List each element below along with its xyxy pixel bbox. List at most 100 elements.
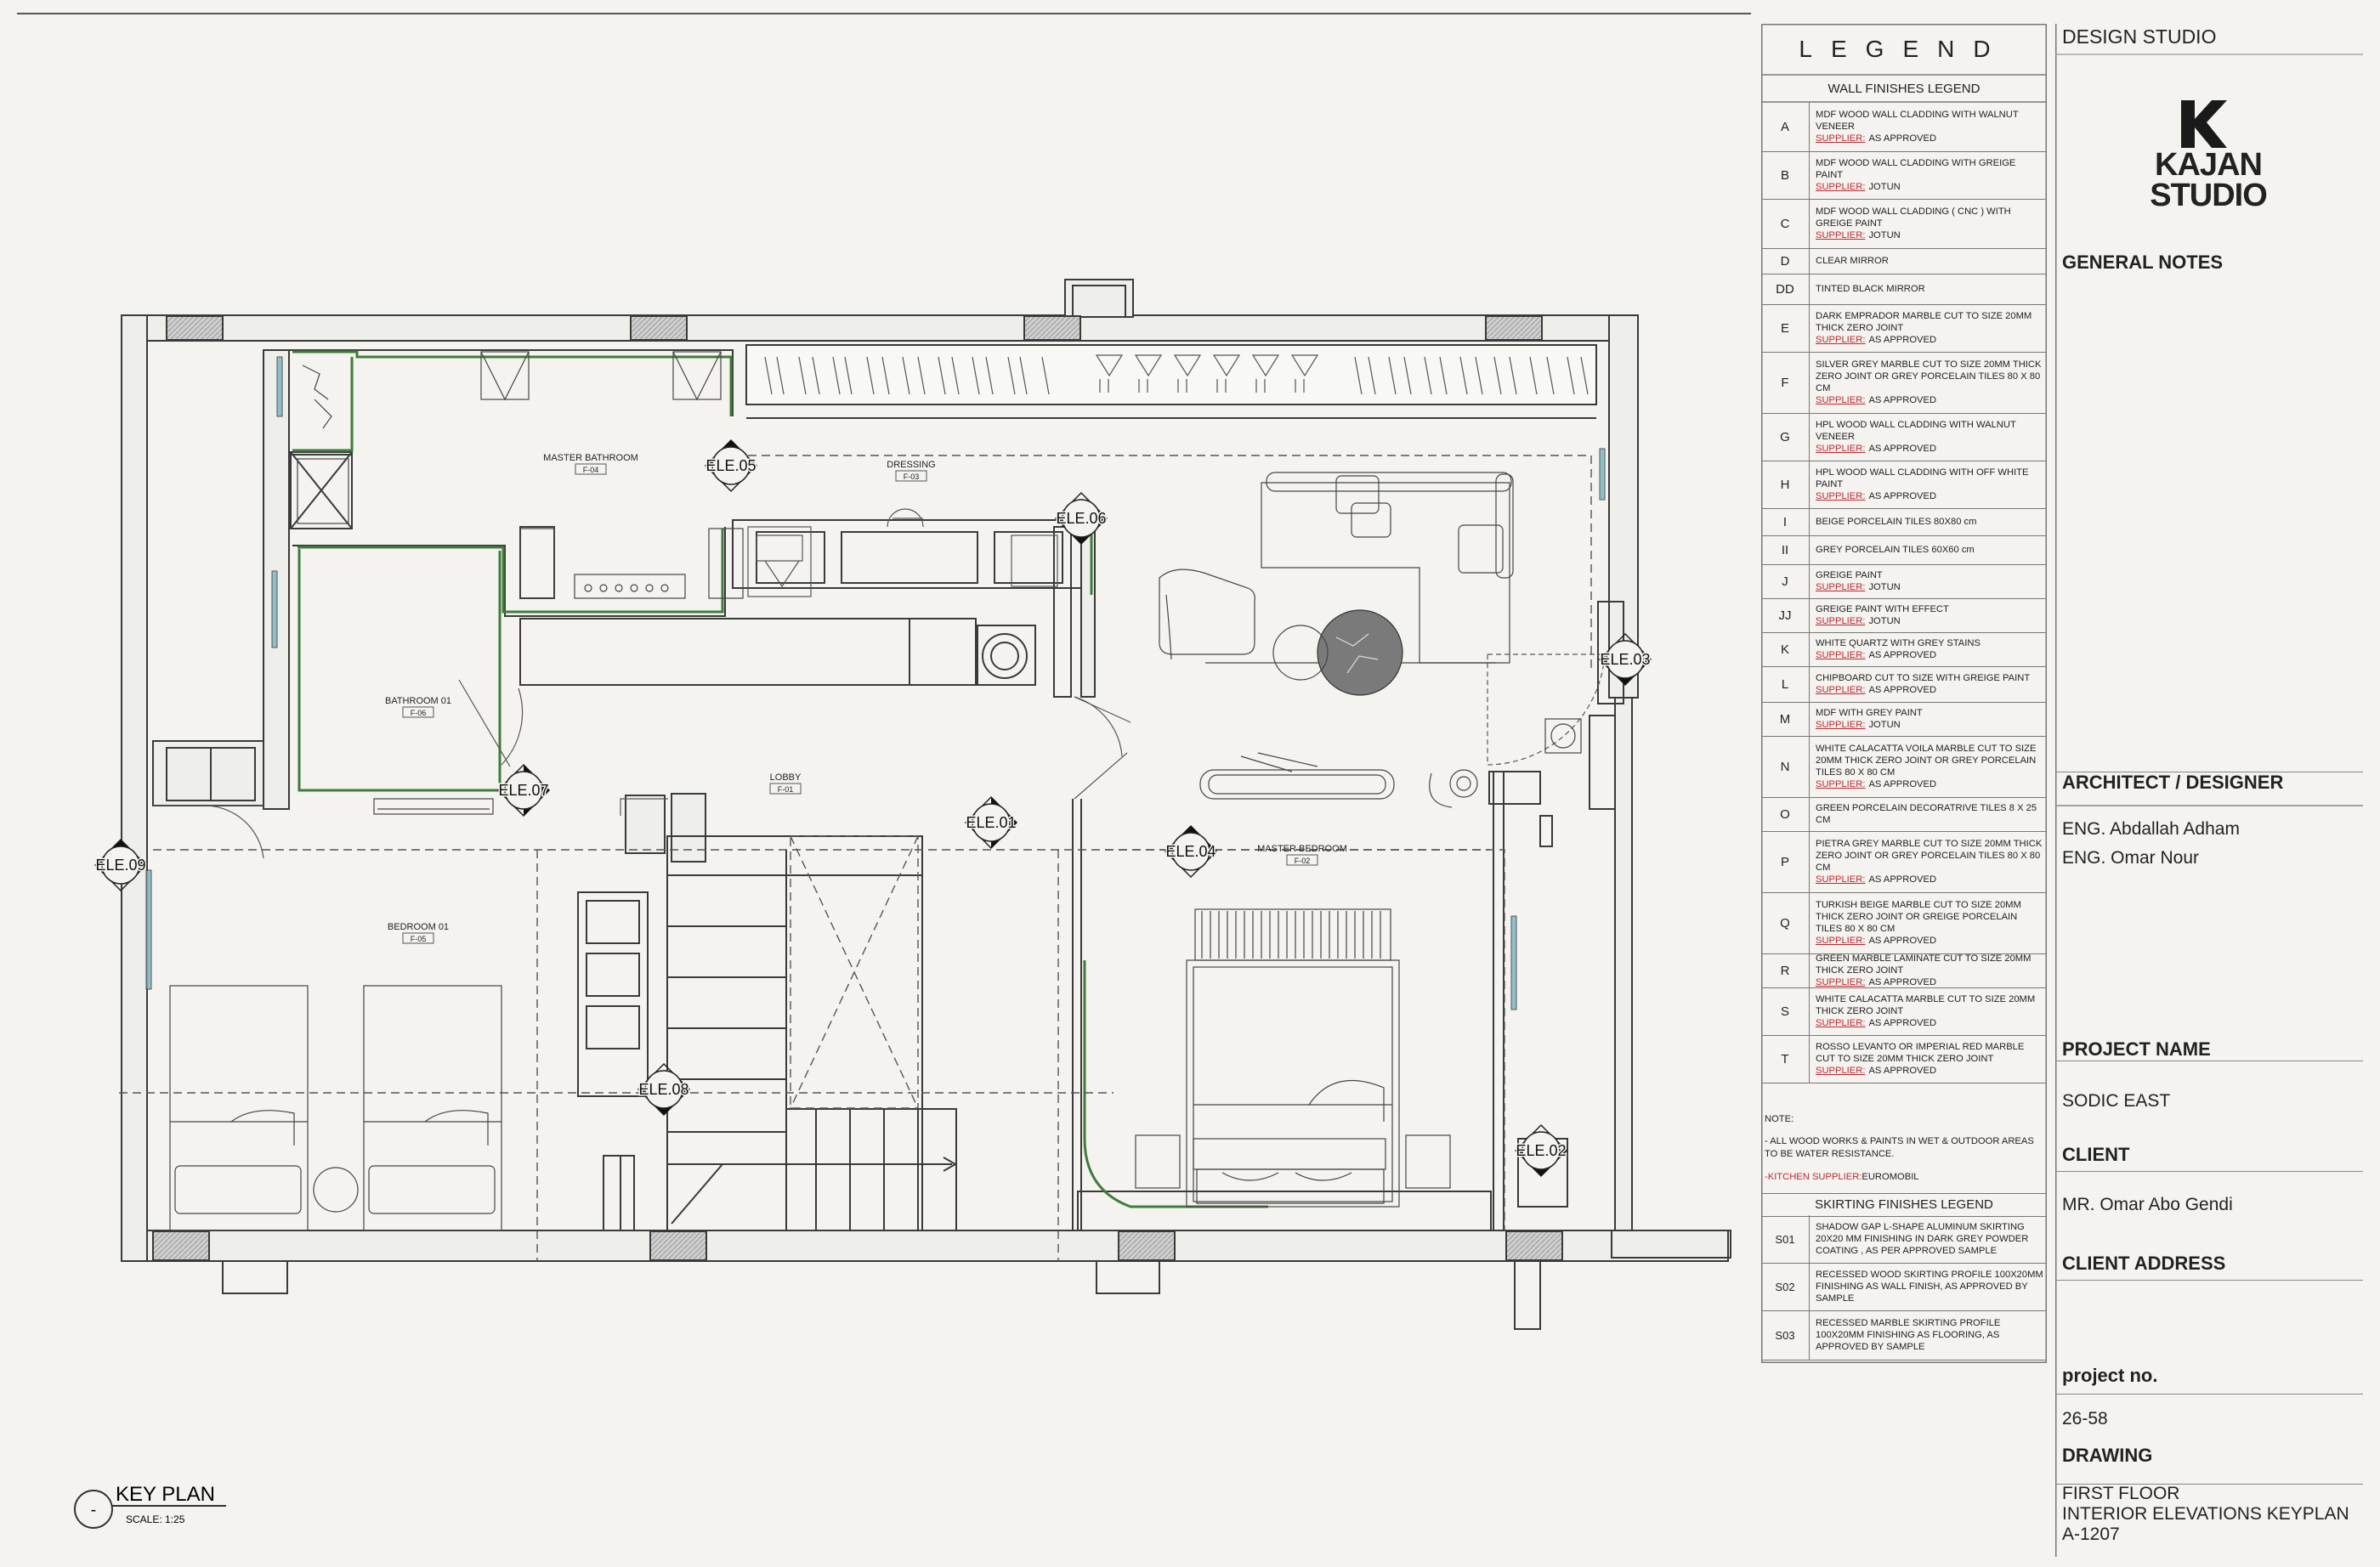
elevation-label: ELE.06 — [1056, 510, 1106, 527]
twin-beds — [169, 985, 502, 1231]
wall-finish-desc: BEIGE PORCELAIN TILES 80X80 cm — [1816, 516, 2043, 528]
project-no: 26-58 — [2062, 1409, 2108, 1428]
wall-finish-row: O GREEN PORCELAIN DECORATRIVE TILES 8 X 2… — [1761, 797, 2047, 832]
wall-finish-desc: CLEAR MIRROR — [1816, 255, 2043, 267]
wall-finish-row: M MDF WITH GREY PAINT SUPPLIER: JOTUN — [1761, 702, 2047, 737]
title-block: DESIGN STUDIO KAJAN STUDIO GENERAL NOTES… — [2055, 24, 2363, 1557]
supplier-label: SUPPLIER: — [1816, 444, 1866, 454]
studio-label: DESIGN STUDIO — [2062, 25, 2217, 48]
wall-finish-text: DARK EMPRADOR MARBLE CUT TO SIZE 20MM TH… — [1816, 311, 2032, 333]
wall-finish-code: O — [1761, 797, 1810, 831]
bathroom-fixtures — [297, 351, 744, 815]
room-code: F-04 — [583, 466, 599, 474]
wall-finish-text: MDF WOOD WALL CLADDING ( CNC ) WITH GREI… — [1816, 206, 2011, 229]
drawing-line-2: INTERIOR ELEVATIONS KEYPLAN — [2062, 1504, 2349, 1524]
wall-finish-text: CLEAR MIRROR — [1816, 256, 1889, 266]
room-code: F-03 — [904, 472, 920, 481]
wall-finish-text: SILVER GREY MARBLE CUT TO SIZE 20MM THIC… — [1816, 359, 2042, 393]
elevation-label: ELE.09 — [95, 857, 145, 874]
wall-finish-code: K — [1761, 632, 1810, 666]
wall-finish-text: TINTED BLACK MIRROR — [1816, 284, 1925, 294]
wall-finish-text: HPL WOOD WALL CLADDING WITH WALNUT VENEE… — [1816, 420, 2016, 442]
room-name: MASTER BATHROOM — [543, 453, 638, 463]
wall-finish-row: G HPL WOOD WALL CLADDING WITH WALNUT VENE… — [1761, 413, 2047, 461]
elevation-tag: ELE.01 — [964, 795, 1018, 850]
wall-finish-row: S WHITE CALACATTA MARBLE CUT TO SIZE 20MM… — [1761, 987, 2047, 1036]
supplier-value: AS APPROVED — [1868, 685, 1937, 695]
wall-finish-code: I — [1761, 508, 1810, 535]
wall-finish-desc: ROSSO LEVANTO OR IMPERIAL RED MARBLE CUT… — [1816, 1041, 2043, 1077]
wall-finish-desc: WHITE CALACATTA VOILA MARBLE CUT TO SIZE… — [1816, 743, 2043, 790]
wall-finish-row: Q TURKISH BEIGE MARBLE CUT TO SIZE 20MM T… — [1761, 892, 2047, 954]
wall-finishes-title: WALL FINISHES LEGEND — [1828, 82, 1980, 96]
logo-line-1: KAJAN — [2155, 147, 2263, 183]
wall-finish-text: GREY PORCELAIN TILES 60X60 cm — [1816, 545, 1975, 555]
wall-finish-code: D — [1761, 248, 1810, 274]
room-name: LOBBY — [770, 772, 802, 783]
kitchen-supplier-label: -KITCHEN SUPPLIER: — [1765, 1172, 1862, 1182]
supplier-value: AS APPROVED — [1868, 395, 1937, 405]
wall-finish-supplier: SUPPLIER: AS APPROVED — [1816, 684, 2043, 696]
wall-finish-code: E — [1761, 304, 1810, 352]
wall-finish-text: TURKISH BEIGE MARBLE CUT TO SIZE 20MM TH… — [1816, 900, 2021, 934]
supplier-value: AS APPROVED — [1868, 444, 1937, 454]
supplier-label: SUPPLIER: — [1816, 720, 1866, 730]
supplier-label: SUPPLIER: — [1816, 685, 1866, 695]
wall-finish-row: N WHITE CALACATTA VOILA MARBLE CUT TO SIZ… — [1761, 736, 2047, 798]
supplier-value: AS APPROVED — [1868, 491, 1937, 501]
room-code: F-05 — [411, 935, 427, 943]
skirting-text: RECESSED MARBLE SKIRTING PROFILE 100X20M… — [1816, 1318, 2001, 1352]
wall-finish-text: WHITE CALACATTA MARBLE CUT TO SIZE 20MM … — [1816, 994, 2036, 1016]
wall-finish-text: BEIGE PORCELAIN TILES 80X80 cm — [1816, 517, 1977, 527]
skirting-code: S03 — [1761, 1310, 1810, 1360]
project-name: SODIC EAST — [2062, 1091, 2171, 1111]
wall-finish-text: CHIPBOARD CUT TO SIZE WITH GREIGE PAINT — [1816, 673, 2031, 683]
elevation-tags: ELE.01 ELE.02 ELE.03 ELE.04 ELE.05 ELE.06 ELE.… — [94, 438, 1652, 1178]
wall-finish-row: H HPL WOOD WALL CLADDING WITH OFF WHITE P… — [1761, 461, 2047, 509]
wall-finish-supplier: SUPPLIER: JOTUN — [1816, 181, 2043, 193]
wall-finish-text: MDF WOOD WALL CLADDING WITH GREIGE PAINT — [1816, 158, 2016, 180]
wall-finish-supplier: SUPPLIER: AS APPROVED — [1816, 394, 2043, 406]
elevation-label: ELE.08 — [638, 1081, 688, 1098]
supplier-label: SUPPLIER: — [1816, 230, 1866, 240]
wall-finish-desc: PIETRA GREY MARBLE CUT TO SIZE 20MM THIC… — [1816, 838, 2043, 885]
wall-finish-supplier: SUPPLIER: AS APPROVED — [1816, 133, 2043, 144]
supplier-label: SUPPLIER: — [1816, 936, 1866, 946]
floor-plan: ELE.01 ELE.02 ELE.03 ELE.04 ELE.05 ELE.06 ELE.… — [17, 13, 1751, 1529]
wall-finish-desc: MDF WOOD WALL CLADDING ( CNC ) WITH GREI… — [1816, 206, 2043, 241]
wall-finish-code: T — [1761, 1035, 1810, 1083]
wall-finish-text: HPL WOOD WALL CLADDING WITH OFF WHITE PA… — [1816, 467, 2029, 489]
skirting-code: S02 — [1761, 1263, 1810, 1310]
wall-finish-row: P PIETRA GREY MARBLE CUT TO SIZE 20MM THI… — [1761, 831, 2047, 893]
wall-finish-desc: GREY PORCELAIN TILES 60X60 cm — [1816, 544, 2043, 556]
wall-finish-desc: GREEN PORCELAIN DECORATRIVE TILES 8 X 25… — [1816, 802, 2043, 826]
wall-finish-code: P — [1761, 831, 1810, 892]
wall-finish-text: WHITE CALACATTA VOILA MARBLE CUT TO SIZE… — [1816, 744, 2037, 778]
elevation-label: ELE.02 — [1516, 1142, 1566, 1159]
wall-finish-supplier: SUPPLIER: JOTUN — [1816, 581, 2043, 593]
drawing-label: DRAWING — [2062, 1445, 2153, 1466]
kajan-logo: KAJAN STUDIO — [2140, 99, 2276, 235]
wall-finish-desc: WHITE QUARTZ WITH GREY STAINS SUPPLIER: AS… — [1816, 637, 2043, 661]
drawing-number: A-1207 — [2062, 1525, 2120, 1544]
supplier-value: AS APPROVED — [1868, 133, 1937, 144]
bedroom-lounge — [1159, 472, 1582, 808]
wall-finish-row: A MDF WOOD WALL CLADDING WITH WALNUT VENE… — [1761, 102, 2047, 152]
wall-finish-row: C MDF WOOD WALL CLADDING ( CNC ) WITH GRE… — [1761, 199, 2047, 249]
project-no-label: project no. — [2062, 1365, 2158, 1386]
key-plan-symbol: - — [91, 1501, 97, 1519]
skirting-title-row: SKIRTING FINISHES LEGEND — [1761, 1193, 2047, 1217]
elevation-tag: ELE.08 — [637, 1062, 691, 1117]
wall-finish-desc: MDF WOOD WALL CLADDING WITH GREIGE PAINT… — [1816, 157, 2043, 193]
key-plan-title: - KEY PLAN SCALE: 1:25 — [74, 1483, 226, 1529]
supplier-label: SUPPLIER: — [1816, 1018, 1866, 1028]
wall-finish-code: A — [1761, 102, 1810, 151]
supplier-label: SUPPLIER: — [1816, 650, 1866, 660]
wall-finish-supplier: SUPPLIER: JOTUN — [1816, 615, 2043, 627]
supplier-value: JOTUN — [1868, 182, 1901, 192]
elevation-tag: ELE.02 — [1514, 1123, 1568, 1178]
room-name: BATHROOM 01 — [385, 696, 451, 706]
wall-finish-code: Q — [1761, 892, 1810, 953]
skirting-row: S03 RECESSED MARBLE SKIRTING PROFILE 100X… — [1761, 1310, 2047, 1361]
supplier-label: SUPPLIER: — [1816, 977, 1866, 987]
